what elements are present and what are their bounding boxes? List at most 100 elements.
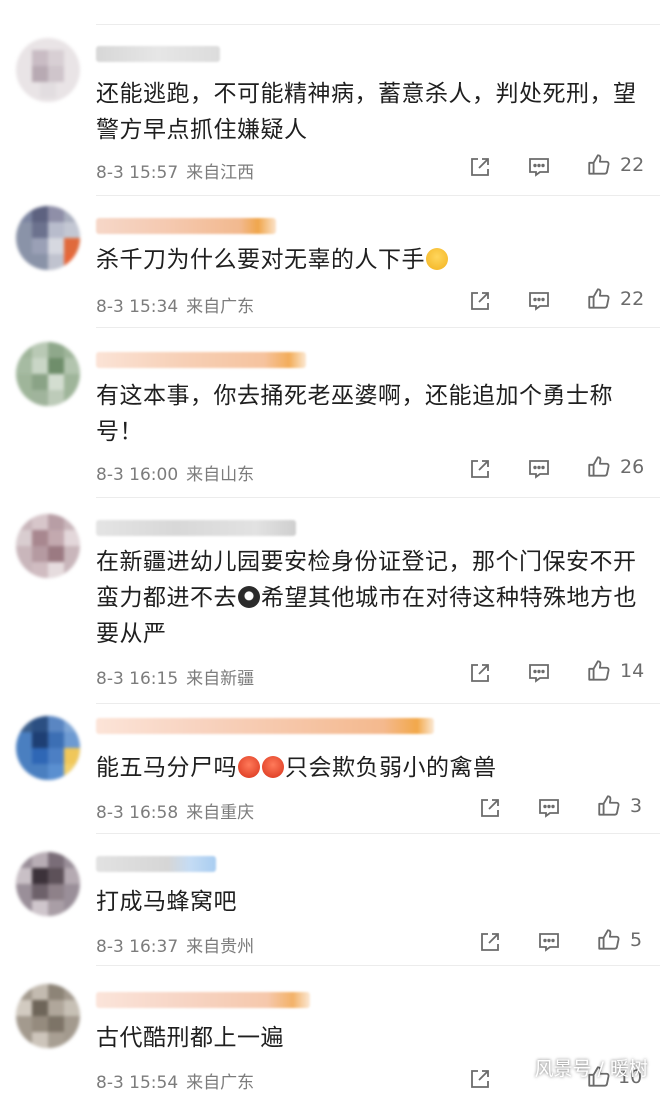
comment-location: 来自新疆	[186, 669, 255, 689]
avatar[interactable]	[16, 342, 80, 406]
share-button[interactable]	[478, 929, 502, 955]
comment-meta: 8-3 15:54 来自广东	[96, 1068, 254, 1093]
angry-face-emoji	[262, 756, 284, 778]
username-blurred[interactable]	[96, 218, 276, 234]
username-blurred[interactable]	[96, 520, 296, 536]
avatar[interactable]	[16, 852, 80, 916]
comment-button[interactable]	[537, 795, 561, 821]
like-button[interactable]: 22	[586, 286, 644, 312]
comment-time: 8-3 16:00	[96, 465, 179, 485]
thumbs-up-icon	[588, 154, 610, 175]
avatar[interactable]	[16, 984, 80, 1048]
comment-location: 来自广东	[186, 1073, 255, 1093]
share-button[interactable]	[478, 795, 502, 821]
comment-meta: 8-3 16:00 来自山东	[96, 460, 254, 485]
username-blurred[interactable]	[96, 352, 306, 368]
comment-button[interactable]	[527, 288, 551, 314]
comment-text: 杀千刀为什么要对无辜的人下手	[96, 242, 644, 278]
comment-button[interactable]	[527, 154, 551, 180]
comment-item[interactable]: 杀千刀为什么要对无辜的人下手 8-3 15:34 来自广东 22	[0, 196, 660, 328]
share-icon	[471, 664, 489, 682]
share-button[interactable]	[468, 1066, 492, 1092]
share-icon	[471, 460, 489, 478]
like-button[interactable]: 14	[586, 658, 644, 684]
comment-icon	[539, 933, 559, 952]
comment-text-content: 只会欺负弱小的禽兽	[285, 755, 497, 781]
thumbs-up-icon	[598, 929, 620, 950]
comment-button[interactable]	[527, 456, 551, 482]
watermark: 风景号 / 暖树	[534, 1058, 648, 1080]
previous-comment-remnant	[96, 0, 660, 10]
like-button[interactable]: 26	[586, 454, 644, 480]
like-count: 26	[620, 456, 645, 478]
like-count: 5	[630, 929, 643, 951]
comment-location: 来自山东	[186, 465, 255, 485]
comment-text: 还能逃跑，不可能精神病，蓄意杀人，判处死刑，望警方早点抓住嫌疑人	[96, 81, 637, 143]
thumbs-up-icon	[588, 660, 610, 681]
share-button[interactable]	[468, 288, 492, 314]
comment-time: 8-3 15:54	[96, 1073, 179, 1093]
avatar[interactable]	[16, 514, 80, 578]
comment-meta: 8-3 15:57 来自江西	[96, 158, 254, 183]
comment-item[interactable]: 打成马蜂窝吧 8-3 16:37 来自贵州 5	[0, 834, 660, 966]
comment-item[interactable]: 能五马分尸吗 只会欺负弱小的禽兽 8-3 16:58 来自重庆 3	[0, 704, 660, 834]
comment-text-content: 能五马分尸吗	[96, 755, 237, 781]
comment-text: 能五马分尸吗 只会欺负弱小的禽兽	[96, 750, 644, 786]
comment-icon	[529, 158, 549, 177]
comment-location: 来自贵州	[186, 937, 255, 957]
comment-text-content: 杀千刀为什么要对无辜的人下手	[96, 247, 425, 273]
share-icon	[471, 158, 489, 176]
comment-text: 打成马蜂窝吧	[96, 889, 237, 915]
like-count: 22	[620, 288, 645, 310]
comment-meta: 8-3 16:37 来自贵州	[96, 932, 254, 957]
comment-time: 8-3 16:58	[96, 803, 179, 823]
like-button[interactable]: 3	[596, 793, 642, 819]
comment-time: 8-3 16:37	[96, 937, 179, 957]
comment-icon	[529, 292, 549, 311]
comment-time: 8-3 16:15	[96, 669, 179, 689]
thumbs-up-icon	[598, 795, 620, 816]
comment-time: 8-3 15:34	[96, 297, 179, 317]
speechless-face-emoji	[238, 586, 260, 608]
angry-face-emoji	[238, 756, 260, 778]
username-blurred[interactable]	[96, 46, 220, 62]
like-count: 3	[630, 795, 643, 817]
share-icon	[481, 799, 499, 817]
username-blurred[interactable]	[96, 856, 216, 872]
comment-time: 8-3 15:57	[96, 163, 179, 183]
comment-button[interactable]	[537, 929, 561, 955]
thumbs-up-icon	[588, 288, 610, 309]
like-count: 14	[620, 660, 645, 682]
comment-meta: 8-3 15:34 来自广东	[96, 292, 254, 317]
comment-location: 来自广东	[186, 297, 255, 317]
avatar[interactable]	[16, 716, 80, 780]
share-icon	[481, 933, 499, 951]
like-count: 22	[620, 154, 645, 176]
avatar[interactable]	[16, 38, 80, 102]
comment-text: 在新疆进幼儿园要安检身份证登记，那个门保安不开蛮力都进不去 希望其他城市在对待这种…	[96, 544, 644, 652]
share-button[interactable]	[468, 154, 492, 180]
like-button[interactable]: 5	[596, 927, 642, 953]
comment-location: 来自重庆	[186, 803, 255, 823]
share-icon	[471, 292, 489, 310]
like-button[interactable]: 22	[586, 152, 644, 178]
avatar[interactable]	[16, 206, 80, 270]
comment-item[interactable]: 在新疆进幼儿园要安检身份证登记，那个门保安不开蛮力都进不去 希望其他城市在对待这种…	[0, 498, 660, 704]
comment-location: 来自江西	[186, 163, 255, 183]
share-button[interactable]	[468, 456, 492, 482]
comment-feed: 还能逃跑，不可能精神病，蓄意杀人，判处死刑，望警方早点抓住嫌疑人 8-3 15:…	[0, 0, 660, 1093]
comment-button[interactable]	[527, 660, 551, 686]
crying-face-emoji	[426, 248, 448, 270]
thumbs-up-icon	[588, 456, 610, 477]
share-button[interactable]	[468, 660, 492, 686]
comment-text: 有这本事，你去捅死老巫婆啊，还能追加个勇士称号！	[96, 383, 613, 445]
username-blurred[interactable]	[96, 992, 310, 1008]
share-icon	[471, 1070, 489, 1088]
comment-icon	[529, 664, 549, 683]
username-blurred[interactable]	[96, 718, 434, 734]
comment-item[interactable]: 还能逃跑，不可能精神病，蓄意杀人，判处死刑，望警方早点抓住嫌疑人 8-3 15:…	[0, 24, 660, 196]
comment-icon	[539, 799, 559, 818]
comment-text: 古代酷刑都上一遍	[96, 1025, 284, 1051]
comment-meta: 8-3 16:15 来自新疆	[96, 664, 254, 689]
comment-item[interactable]: 有这本事，你去捅死老巫婆啊，还能追加个勇士称号！ 8-3 16:00 来自山东 2…	[0, 328, 660, 498]
